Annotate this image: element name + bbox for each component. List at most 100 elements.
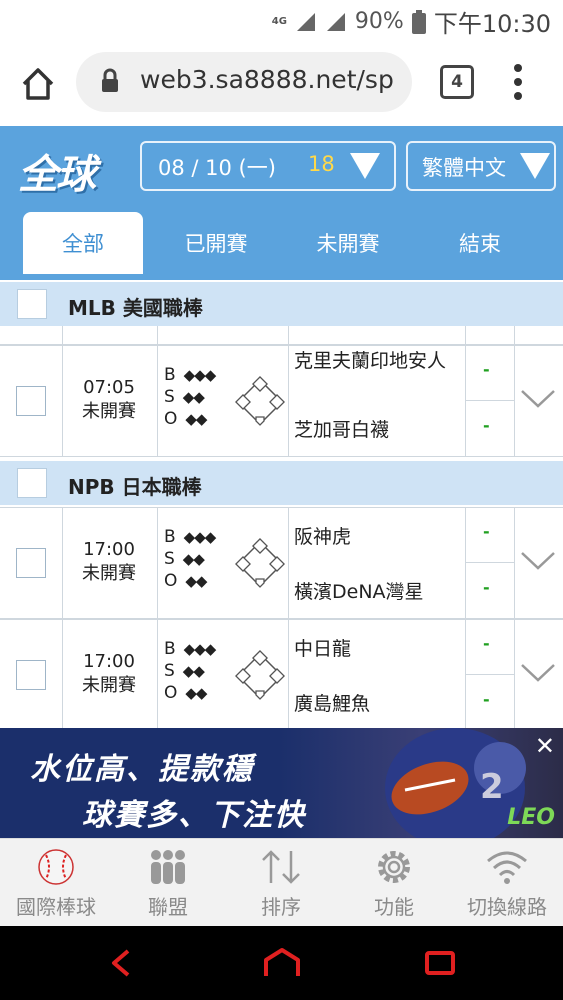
baseball-diamond-icon [235, 538, 285, 588]
language-text: 繁體中文 [422, 156, 506, 180]
overflow-menu-icon[interactable] [510, 62, 526, 102]
bottom-nav: 國際棒球 聯盟 排序 功能 切換線路 [0, 838, 563, 927]
balls-label: B [164, 527, 176, 547]
battery-level: 90% [354, 9, 404, 34]
lock-icon [102, 68, 118, 92]
balls-icon: ◆◆◆ [183, 528, 217, 546]
nav-label: 功能 [374, 895, 414, 919]
odds-home[interactable]: - [483, 360, 490, 379]
site-logo[interactable]: 全球 [16, 136, 116, 198]
strikes-icon: ◆◆ [182, 388, 205, 406]
url-bar[interactable]: web3.sa8888.net/sp [76, 52, 412, 112]
league-name: MLB 美國職棒 [68, 296, 203, 320]
match-time: 07:05 未開賽 [62, 376, 156, 424]
match-time: 17:00 未開賽 [62, 538, 156, 586]
nav-switch-line[interactable]: 切換線路 [451, 839, 563, 927]
match-checkbox[interactable] [16, 386, 46, 416]
svg-text:2: 2 [480, 767, 504, 807]
nav-label: 切換線路 [467, 895, 547, 919]
browser-toolbar: web3.sa8888.net/sp 4 [0, 38, 563, 126]
partial-row [0, 326, 563, 345]
odds-away[interactable]: - [483, 416, 490, 435]
match-checkbox[interactable] [16, 548, 46, 578]
sort-icon [262, 850, 300, 884]
wifi-icon [487, 851, 527, 884]
outs-label: O [164, 571, 178, 591]
outs-label: O [164, 683, 178, 703]
outs-label: O [164, 409, 178, 429]
league-header[interactable]: NPB 日本職棒 [0, 461, 563, 505]
tab-finished[interactable]: 結束 [420, 212, 540, 274]
strikes-label: S [164, 661, 175, 681]
match-row: 07:05 未開賽 B ◆◆◆ S ◆◆ O ◆◆ 克里夫蘭印地安人 芝加哥白襪 - … [0, 345, 563, 457]
start-time: 17:00 [83, 651, 135, 672]
outs-icon: ◆◆ [185, 410, 207, 428]
odds-away[interactable]: - [483, 690, 490, 709]
date-text: 08 / 10 (一) [158, 156, 276, 180]
tab-all[interactable]: 全部 [23, 212, 143, 274]
match-status: 未開賽 [82, 401, 136, 422]
ad-brand-logo: LEO [507, 805, 555, 830]
odds-home[interactable]: - [483, 634, 490, 653]
match-count: 18 [308, 152, 335, 176]
baseball-diamond-icon [235, 650, 285, 700]
ad-banner[interactable]: 2 水位高、提款穩 球賽多、下注快 ✕ LEO [0, 728, 563, 838]
battery-icon [411, 9, 426, 34]
home-team: 中日龍 [294, 638, 352, 660]
nav-label: 排序 [261, 895, 301, 919]
match-row: 17:00 未開賽 B ◆◆◆ S ◆◆ O ◆◆ 中日龍 廣島鯉魚 - - [0, 619, 563, 731]
recents-icon[interactable] [424, 950, 456, 976]
away-team: 廣島鯉魚 [294, 693, 371, 715]
filter-tabs: 全部 已開賽 未開賽 結束 [0, 204, 563, 280]
home-team: 阪神虎 [294, 526, 352, 548]
away-team: 橫濱DeNA灣星 [294, 581, 424, 603]
match-status: 未開賽 [82, 675, 136, 696]
league-icon [151, 850, 185, 884]
ad-headline: 水位高、提款穩 [30, 752, 254, 787]
chevron-down-icon[interactable] [520, 388, 556, 410]
outs-icon: ◆◆ [185, 572, 207, 590]
chevron-down-icon[interactable] [520, 662, 556, 684]
league-header[interactable]: MLB 美國職棒 [0, 282, 563, 326]
logo-text: 全球 [18, 152, 96, 198]
status-bar: 4G 90% 下午10:30 [0, 0, 563, 38]
odds-away[interactable]: - [483, 578, 490, 597]
strikes-icon: ◆◆ [182, 550, 205, 568]
league-checkbox[interactable] [17, 289, 47, 319]
tab-not-started[interactable]: 未開賽 [288, 212, 408, 274]
back-icon[interactable] [108, 948, 134, 978]
bso-indicator: B ◆◆◆ S ◆◆ O ◆◆ [164, 526, 217, 592]
balls-icon: ◆◆◆ [183, 640, 217, 658]
nav-sort[interactable]: 排序 [225, 839, 337, 927]
network-type: 4G [271, 16, 287, 27]
home-nav-icon[interactable] [262, 946, 302, 980]
tab-started[interactable]: 已開賽 [156, 212, 276, 274]
nav-league[interactable]: 聯盟 [112, 839, 224, 927]
strikes-icon: ◆◆ [182, 662, 205, 680]
signal-icon [296, 12, 315, 31]
baseball-icon [38, 849, 74, 885]
nav-functions[interactable]: 功能 [338, 839, 450, 927]
balls-icon: ◆◆◆ [183, 366, 217, 384]
gear-icon [378, 851, 410, 883]
home-icon[interactable] [18, 64, 58, 104]
league-checkbox[interactable] [17, 468, 47, 498]
home-team: 克里夫蘭印地安人 [294, 350, 447, 372]
date-selector[interactable]: 08 / 10 (一) 18 [140, 141, 396, 191]
bso-indicator: B ◆◆◆ S ◆◆ O ◆◆ [164, 638, 217, 704]
odds-home[interactable]: - [483, 522, 490, 541]
ad-close-icon[interactable]: ✕ [535, 732, 555, 760]
chevron-down-icon[interactable] [520, 550, 556, 572]
language-selector[interactable]: 繁體中文 [406, 141, 556, 191]
match-row: 17:00 未開賽 B ◆◆◆ S ◆◆ O ◆◆ 阪神虎 橫濱DeNA灣星 - - [0, 507, 563, 619]
nav-international-baseball[interactable]: 國際棒球 [0, 839, 112, 927]
outs-icon: ◆◆ [185, 684, 207, 702]
tab-switcher-button[interactable]: 4 [440, 65, 474, 99]
nav-label: 聯盟 [148, 895, 188, 919]
match-checkbox[interactable] [16, 660, 46, 690]
away-team: 芝加哥白襪 [294, 419, 390, 441]
league-name: NPB 日本職棒 [68, 475, 202, 499]
clock: 下午10:30 [433, 10, 551, 38]
match-status: 未開賽 [82, 563, 136, 584]
start-time: 07:05 [83, 377, 135, 398]
